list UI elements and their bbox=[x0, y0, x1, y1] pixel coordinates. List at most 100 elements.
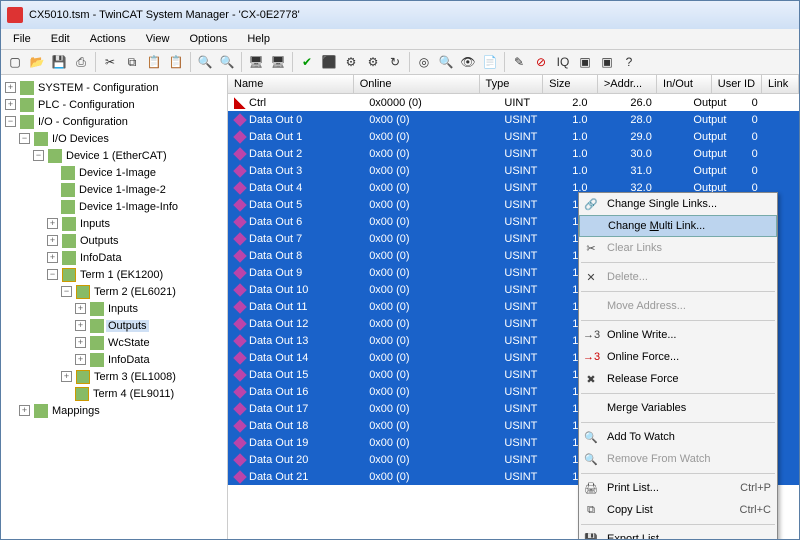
menu-view[interactable]: View bbox=[138, 31, 178, 47]
tree-system[interactable]: SYSTEM - Configuration bbox=[36, 82, 160, 94]
ctx-online-write[interactable]: →3Online Write... bbox=[579, 324, 777, 346]
list-row[interactable]: Data Out 30x00 (0)USINT1.031.0Output0 bbox=[228, 162, 799, 179]
ctx-change-multi[interactable]: Change Multi Link... bbox=[579, 215, 777, 237]
expand-icon[interactable]: + bbox=[5, 99, 16, 110]
ctx-copy[interactable]: ⧉Copy ListCtrl+C bbox=[579, 499, 777, 521]
collapse-icon[interactable]: − bbox=[61, 286, 72, 297]
col-link[interactable]: Link bbox=[762, 75, 799, 93]
ctx-change-single[interactable]: 🔗Change Single Links... bbox=[579, 193, 777, 215]
ctx-delete[interactable]: ✕Delete... bbox=[579, 266, 777, 288]
tb-saveall-icon[interactable]: ⎙ bbox=[71, 52, 91, 72]
tb-find-icon[interactable]: 🔍 bbox=[195, 52, 215, 72]
ctx-online-force[interactable]: →3Online Force... bbox=[579, 346, 777, 368]
tree-term4[interactable]: Term 4 (EL9011) bbox=[91, 388, 176, 400]
list-row[interactable]: Data Out 10x00 (0)USINT1.029.0Output0 bbox=[228, 128, 799, 145]
variable-list[interactable]: Name Online Type Size >Addr... In/Out Us… bbox=[228, 75, 799, 539]
tb-new-icon[interactable]: ▢ bbox=[5, 52, 25, 72]
ctx-print[interactable]: 🖨Print List...Ctrl+P bbox=[579, 477, 777, 499]
tb-zoom-icon[interactable]: 🔍 bbox=[436, 52, 456, 72]
menu-edit[interactable]: Edit bbox=[43, 31, 78, 47]
collapse-icon[interactable]: − bbox=[33, 150, 44, 161]
tb-activate-icon[interactable]: ⬛ bbox=[319, 52, 339, 72]
expand-icon[interactable]: + bbox=[75, 303, 86, 314]
tree-term3[interactable]: Term 3 (EL1008) bbox=[92, 371, 178, 383]
tree-img2[interactable]: Device 1-Image-2 bbox=[77, 184, 168, 196]
list-row[interactable]: Data Out 00x00 (0)USINT1.028.0Output0 bbox=[228, 111, 799, 128]
expand-icon[interactable]: + bbox=[75, 354, 86, 365]
tb-findnext-icon[interactable]: 🔍 bbox=[217, 52, 237, 72]
tb-prop-icon[interactable]: 📄 bbox=[480, 52, 500, 72]
expand-icon[interactable]: + bbox=[47, 252, 58, 263]
expand-icon[interactable]: + bbox=[75, 320, 86, 331]
tb-info-icon[interactable]: ? bbox=[619, 52, 639, 72]
tree-outputs[interactable]: Outputs bbox=[78, 235, 121, 247]
ctx-add-watch[interactable]: 🔍Add To Watch bbox=[579, 426, 777, 448]
tb-copy-icon[interactable]: ⧉ bbox=[122, 52, 142, 72]
menu-help[interactable]: Help bbox=[239, 31, 278, 47]
collapse-icon[interactable]: − bbox=[5, 116, 16, 127]
tree-wcstate[interactable]: WcState bbox=[106, 337, 152, 349]
tb-iq-icon[interactable]: IQ bbox=[553, 52, 573, 72]
tree-infodata[interactable]: InfoData bbox=[78, 252, 124, 264]
tb-dev4-icon[interactable]: ▣ bbox=[597, 52, 617, 72]
expand-icon[interactable]: + bbox=[75, 337, 86, 348]
tb-save-icon[interactable]: 💾 bbox=[49, 52, 69, 72]
tb-target-icon[interactable]: ◎ bbox=[414, 52, 434, 72]
expand-icon[interactable]: + bbox=[47, 235, 58, 246]
collapse-icon[interactable]: − bbox=[47, 269, 58, 280]
collapse-icon[interactable]: − bbox=[19, 133, 30, 144]
tb-open-icon[interactable]: 📂 bbox=[27, 52, 47, 72]
list-row[interactable]: Data Out 20x00 (0)USINT1.030.0Output0 bbox=[228, 145, 799, 162]
tb-scope-icon[interactable]: ✎ bbox=[509, 52, 529, 72]
expand-icon[interactable]: + bbox=[61, 371, 72, 382]
list-row[interactable]: Ctrl0x0000 (0)UINT2.026.0Output0 bbox=[228, 94, 799, 111]
var-name: Data Out 2 bbox=[249, 148, 302, 160]
tb-watch-icon[interactable]: 👁 bbox=[458, 52, 478, 72]
tree-inputs[interactable]: Inputs bbox=[78, 218, 112, 230]
tree-term1[interactable]: Term 1 (EK1200) bbox=[78, 269, 165, 281]
col-uid[interactable]: User ID bbox=[712, 75, 762, 93]
tb-paste2-icon[interactable]: 📋 bbox=[166, 52, 186, 72]
tree-iodev[interactable]: I/O Devices bbox=[50, 133, 111, 145]
col-name[interactable]: Name bbox=[228, 75, 354, 93]
ctx-release-force[interactable]: ✖Release Force bbox=[579, 368, 777, 390]
col-type[interactable]: Type bbox=[480, 75, 544, 93]
ctx-move-address[interactable]: Move Address... bbox=[579, 295, 777, 317]
tree-t2info[interactable]: InfoData bbox=[106, 354, 152, 366]
tree-term2[interactable]: Term 2 (EL6021) bbox=[92, 286, 178, 298]
variable-icon bbox=[233, 385, 247, 399]
tree-t2in[interactable]: Inputs bbox=[106, 303, 140, 315]
menu-actions[interactable]: Actions bbox=[82, 31, 134, 47]
tb-check-icon[interactable]: ✔ bbox=[297, 52, 317, 72]
tree-imgi[interactable]: Device 1-Image-Info bbox=[77, 201, 180, 213]
tb-stop-icon[interactable]: ⚙ bbox=[363, 52, 383, 72]
tree-dev1[interactable]: Device 1 (EtherCAT) bbox=[64, 150, 169, 162]
expand-icon[interactable]: + bbox=[5, 82, 16, 93]
tree-view[interactable]: + SYSTEM - Configuration + PLC - Configura… bbox=[1, 75, 228, 539]
ctx-remove-watch[interactable]: 🔍Remove From Watch bbox=[579, 448, 777, 470]
expand-icon[interactable]: + bbox=[19, 405, 30, 416]
tree-t2out[interactable]: Outputs bbox=[106, 320, 149, 332]
menu-file[interactable]: File bbox=[5, 31, 39, 47]
tree-ioconf[interactable]: I/O - Configuration bbox=[36, 116, 130, 128]
col-online[interactable]: Online bbox=[354, 75, 480, 93]
tb-restart-icon[interactable]: ↻ bbox=[385, 52, 405, 72]
tb-paste-icon[interactable]: 📋 bbox=[144, 52, 164, 72]
col-addr[interactable]: >Addr... bbox=[598, 75, 657, 93]
ctx-clear-links[interactable]: ✂Clear Links bbox=[579, 237, 777, 259]
tb-run-icon[interactable]: ⚙ bbox=[341, 52, 361, 72]
tb-device-icon[interactable]: 🖥 bbox=[246, 52, 266, 72]
col-size[interactable]: Size bbox=[543, 75, 598, 93]
expand-icon[interactable]: + bbox=[47, 218, 58, 229]
tree-plc[interactable]: PLC - Configuration bbox=[36, 99, 137, 111]
tree-img1[interactable]: Device 1-Image bbox=[77, 167, 158, 179]
tb-no-icon[interactable]: ⊘ bbox=[531, 52, 551, 72]
tb-cut-icon[interactable]: ✂ bbox=[100, 52, 120, 72]
tb-device2-icon[interactable]: 🖥 bbox=[268, 52, 288, 72]
col-io[interactable]: In/Out bbox=[657, 75, 712, 93]
tb-dev3-icon[interactable]: ▣ bbox=[575, 52, 595, 72]
tree-mappings[interactable]: Mappings bbox=[50, 405, 102, 417]
menu-options[interactable]: Options bbox=[181, 31, 235, 47]
ctx-export[interactable]: 💾Export List... bbox=[579, 528, 777, 539]
ctx-merge[interactable]: Merge Variables bbox=[579, 397, 777, 419]
